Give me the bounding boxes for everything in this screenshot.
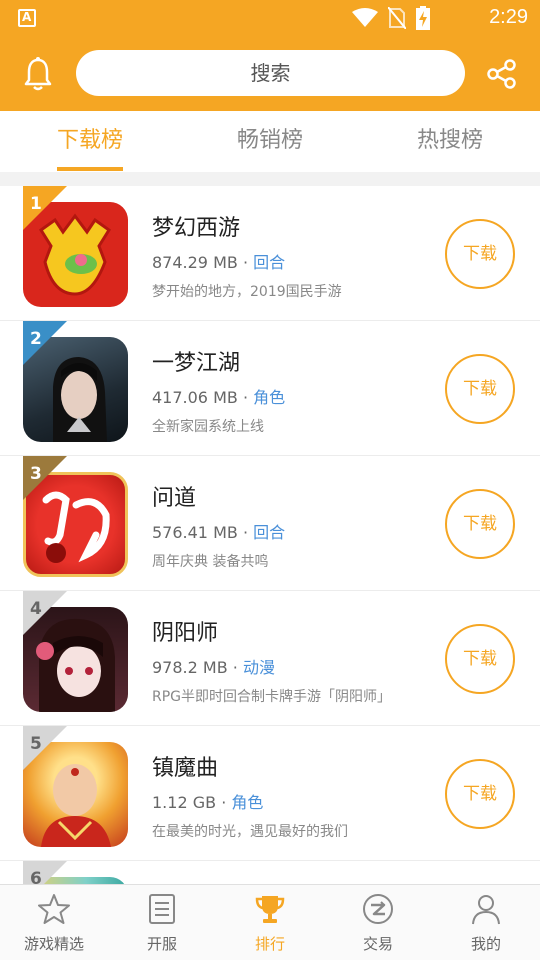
list-item[interactable]: 4 阴阳师 978.2 MB · 动漫 RPG半即时回合制卡牌手游「阴阳师」 下… [0,591,540,726]
list-item[interactable]: 3 问道 576.41 MB · 回合 周年庆典 装备共鸣 下载 [0,456,540,591]
tab-bestselling[interactable]: 畅销榜 [180,111,360,172]
app-description: 周年庆典 装备共鸣 [152,554,269,570]
download-button[interactable]: 下载 [445,759,515,829]
active-tab-indicator [57,167,123,171]
list-item[interactable]: 1 梦幻西游 874.29 MB · 回合 梦开始的地方，2019国民手游 下载 [0,186,540,321]
bell-icon[interactable] [22,56,54,92]
clock: 2:29 [489,6,528,28]
download-button[interactable]: 下载 [445,624,515,694]
tab-trending[interactable]: 热搜榜 [360,111,540,172]
bottom-navigation: 游戏精选 开服 排行 交易 我的 [0,884,540,960]
status-bar: A 2:29 [0,0,540,36]
download-button[interactable]: 下载 [445,219,515,289]
list-item[interactable]: 2 一梦江湖 417.06 MB · 角色 全新家园系统上线 下载 [0,321,540,456]
rank-number: 4 [30,599,42,619]
app-size: 576.41 MB [152,523,238,542]
app-ranking-list: 1 梦幻西游 874.29 MB · 回合 梦开始的地方，2019国民手游 下载… [0,186,540,891]
app-meta: 874.29 MB · 回合 [152,249,285,273]
rank-number: 3 [30,464,42,484]
rank-number: 5 [30,734,42,754]
share-icon[interactable] [486,58,518,90]
app-size: 1.12 GB [152,793,217,812]
app-meta: 576.41 MB · 回合 [152,519,285,543]
app-description: 全新家园系统上线 [152,419,264,435]
meta-separator: · [242,388,249,407]
app-category[interactable]: 回合 [253,523,285,542]
status-icons [352,6,430,30]
app-description: RPG半即时回合制卡牌手游「阴阳师」 [152,689,392,705]
app-icon-yinyangshi[interactable] [23,607,128,712]
exchange-icon [363,894,393,924]
app-icon-menghuanxiyou[interactable] [23,202,128,307]
nav-ranking[interactable]: 排行 [216,885,324,960]
star-icon [38,894,70,924]
app-category[interactable]: 动漫 [243,658,275,677]
list-item[interactable]: 5 镇魔曲 1.12 GB · 角色 在最美的时光，遇见最好的我们 下载 [0,726,540,861]
nav-game-picks[interactable]: 游戏精选 [0,885,108,960]
app-meta: 1.12 GB · 角色 [152,789,263,813]
person-icon [472,895,500,925]
app-icon-wendao[interactable] [23,472,128,577]
app-category[interactable]: 回合 [253,253,285,272]
nav-label: 排行 [254,935,285,953]
app-category[interactable]: 角色 [231,793,263,812]
nav-label: 游戏精选 [23,935,84,953]
app-name: 镇魔曲 [152,756,219,781]
app-size: 417.06 MB [152,388,238,407]
meta-separator: · [221,793,227,812]
no-sim-icon [388,7,406,29]
nav-profile[interactable]: 我的 [432,885,540,960]
app-notification-icon: A [18,9,36,27]
download-button[interactable]: 下载 [445,489,515,559]
download-button[interactable]: 下载 [445,354,515,424]
app-description: 在最美的时光，遇见最好的我们 [152,824,348,840]
app-size: 874.29 MB [152,253,238,272]
meta-separator: · [242,253,249,272]
app-meta: 417.06 MB · 角色 [152,384,285,408]
trophy-icon [255,896,285,923]
app-meta: 978.2 MB · 动漫 [152,654,275,678]
app-name: 梦幻西游 [152,216,241,241]
nav-server-open[interactable]: 开服 [108,885,216,960]
nav-trade[interactable]: 交易 [324,885,432,960]
app-name: 问道 [152,486,197,511]
battery-charging-icon [416,6,430,30]
search-bar[interactable]: 搜索 [76,50,465,96]
wifi-icon [352,8,378,27]
app-size: 978.2 MB [152,658,228,677]
rank-number: 1 [30,194,42,214]
app-icon-yimengjianghu[interactable] [23,337,128,442]
app-description: 梦开始的地方，2019国民手游 [152,284,342,300]
ranking-tabs: 下载榜 畅销榜 热搜榜 [0,111,540,172]
app-name: 一梦江湖 [152,351,241,376]
nav-label: 交易 [362,935,393,953]
rank-number: 2 [30,329,42,349]
tab-downloads[interactable]: 下载榜 [0,111,180,172]
divider [0,172,540,186]
meta-separator: · [242,523,249,542]
nav-label: 开服 [146,935,177,953]
meta-separator: · [232,658,238,677]
list-icon [149,894,175,924]
app-icon-zhenmoqu[interactable] [23,742,128,847]
nav-label: 我的 [470,935,501,953]
app-name: 阴阳师 [152,621,219,646]
top-bar: 搜索 [0,36,540,111]
app-category[interactable]: 角色 [253,388,285,407]
